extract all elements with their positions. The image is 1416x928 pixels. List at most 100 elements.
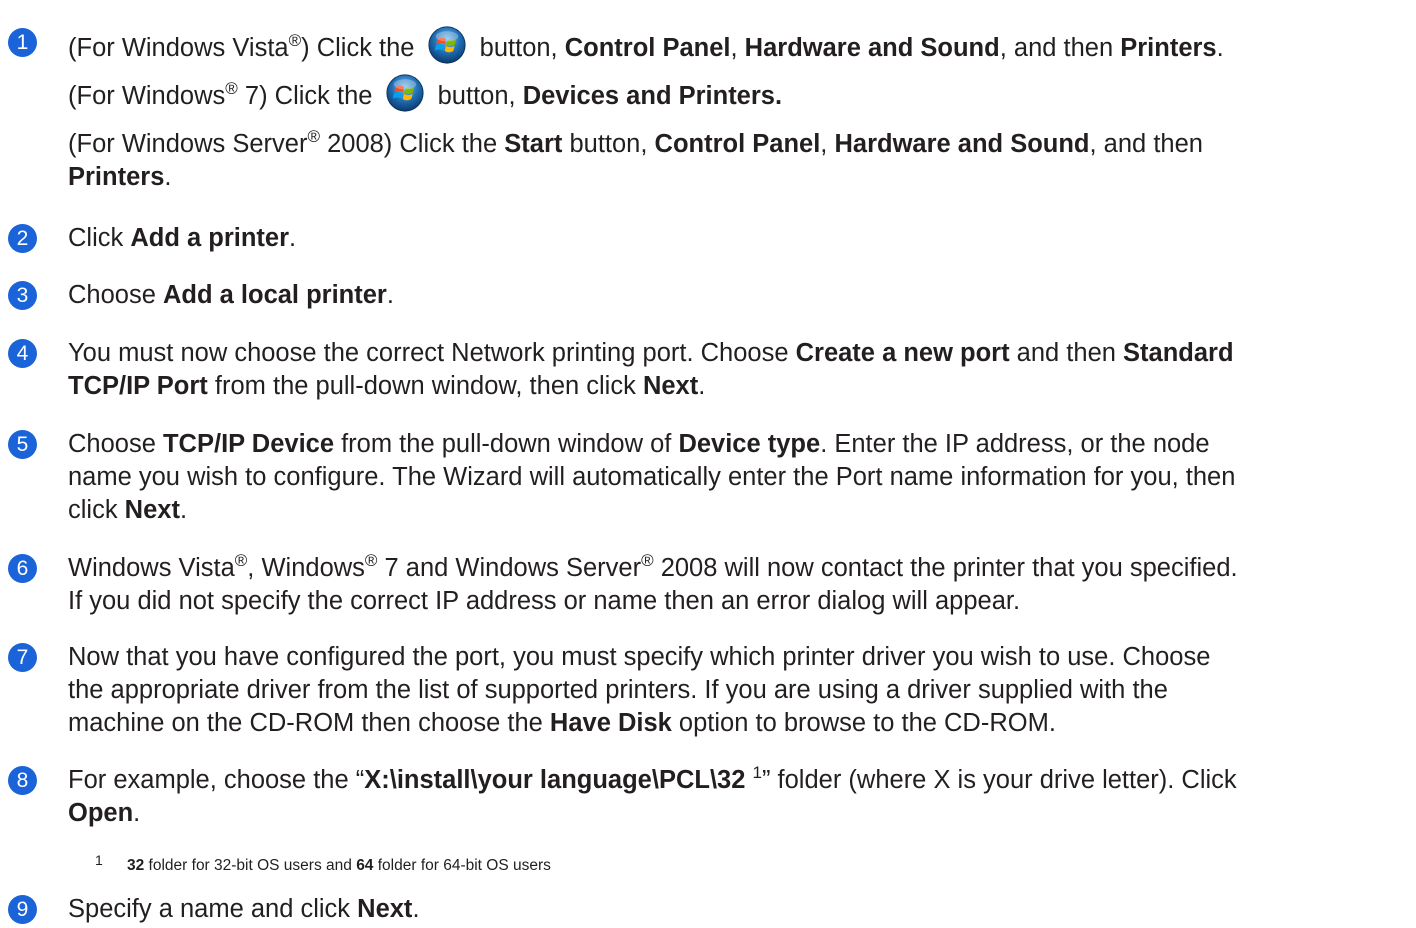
text-run: You must now choose the correct Network … [68,339,796,367]
text-run: (For Windows [68,82,226,110]
text-run: . [386,281,394,309]
step-number-badge: 6 [8,554,37,583]
windows-start-orb-icon [425,26,469,64]
text-run: button, [430,82,523,110]
text-run: 7 and Windows Server [377,554,642,582]
step-line: machine on the CD-ROM then choose the Ha… [68,707,1403,740]
step-line: Windows Vista®, Windows® 7 and Windows S… [68,552,1403,585]
step-number-badge: 1 [8,28,37,57]
step-line: Open. [68,797,1403,830]
registered-mark: ® [641,550,654,570]
step-text: For example, choose the “X:\install\your… [68,764,1403,830]
text-run: from the pull-down window of [334,430,679,458]
start-label: Start [504,130,563,158]
text-run: button, [562,130,655,158]
step-number-badge: 3 [8,281,37,310]
open-label: Open [68,799,134,827]
step-number-badge: 8 [8,766,37,795]
control-panel-label: Control Panel [654,130,821,158]
step-line: name you wish to configure. The Wizard w… [68,463,1236,491]
text-run: option to browse to the CD-ROM. [671,709,1056,737]
footnote-ref: 1 [752,762,762,782]
add-a-printer-label: Add a printer [130,224,290,252]
printers-label: Printers [68,163,165,191]
step-line: the appropriate driver from the list of … [68,676,1168,704]
control-panel-label: Control Panel [564,34,731,62]
step-text: Windows Vista®, Windows® 7 and Windows S… [68,552,1403,618]
text-run: 2008) Click the [320,130,505,158]
text-run: . [412,895,420,923]
document-page: 1 (For Windows Vista ® ) Click the button,… [0,0,1416,928]
text-run: Windows Vista [68,554,235,582]
footnote-number: 1 [95,852,103,868]
text-run: . [164,163,172,191]
registered-mark: ® [364,550,378,570]
text-run: . [1216,34,1224,62]
text-run: (For Windows Vista [68,34,289,62]
step-text: Choose Add a local printer. [68,279,1403,312]
step-text: Now that you have configured the port, y… [68,641,1403,740]
step-text: (For Windows Vista ® ) Click the button, C… [68,26,1403,194]
hardware-and-sound-label: Hardware and Sound [744,34,1000,62]
device-type-label: Device type [678,430,821,458]
text-run: , [820,130,835,158]
step-line: click Next. [68,494,1403,527]
folder-path-label: X:\install\your language\PCL\32 [364,766,746,794]
text-run: 64 [356,857,374,874]
text-run: Click [68,224,131,252]
text-run: (For Windows Server [68,130,308,158]
step-number-badge: 7 [8,643,37,672]
step-text: You must now choose the correct Network … [68,337,1403,403]
printers-label: Printers [1120,34,1217,62]
step-line: TCP/IP Port from the pull-down window, t… [68,370,1403,403]
step-number-badge: 9 [8,895,37,924]
devices-and-printers-label: Devices and Printers. [522,82,783,110]
text-run: . [698,372,706,400]
text-run: . Enter the IP address, or the node [820,430,1210,458]
footnote-text: 32 folder for 32-bit OS users and 64 fol… [127,856,551,876]
standard-label: Standard [1123,339,1234,367]
step-number-badge: 2 [8,224,37,253]
windows-start-orb-icon [383,74,427,112]
text-run: Choose [68,430,163,458]
registered-mark: ® [234,550,248,570]
create-a-new-port-label: Create a new port [795,339,1010,367]
text-run: 7) Click the [237,82,380,110]
text-run: ” folder (where X is your drive letter).… [761,766,1237,794]
tcp-ip-device-label: TCP/IP Device [162,430,335,458]
step-text: Choose TCP/IP Device from the pull-down … [68,428,1403,527]
step-line: If you did not specify the correct IP ad… [68,587,1021,615]
next-label: Next [642,372,699,400]
step-text: Specify a name and click Next. [68,893,1403,926]
text-run: Specify a name and click [68,895,358,923]
hardware-and-sound-label: Hardware and Sound [834,130,1090,158]
step-line: Now that you have configured the port, y… [68,643,1211,671]
text-run: folder for 64-bit OS users [373,857,551,874]
step-line: (For Windows® 7) Click the button, Devic… [68,66,1403,110]
text-run: . [289,224,297,252]
text-run: , Windows [247,554,365,582]
text-run: from the pull-down window, then click [207,372,643,400]
step-text: Click Add a printer. [68,222,1403,255]
step-line: You must now choose the correct Network … [68,337,1403,370]
step-line: Choose TCP/IP Device from the pull-down … [68,428,1403,461]
text-run: , [730,34,745,62]
text-run: . [133,799,141,827]
text-run: and then [1009,339,1124,367]
step-number-badge: 5 [8,430,37,459]
text-run: For example, choose the “ [68,766,365,794]
text-run: , and then [999,34,1121,62]
text-run: folder for 32-bit OS users and [144,857,357,874]
text-run: , and then [1089,130,1203,158]
have-disk-label: Have Disk [549,709,672,737]
text-run: ) Click the [301,34,422,62]
registered-mark: ® [225,78,238,98]
next-label: Next [357,895,413,923]
step-line: Printers. [68,161,1403,194]
text-run: click [68,496,125,524]
step-line: (For Windows Server® 2008) Click the Sta… [68,128,1403,161]
registered-mark: ® [307,126,320,146]
text-run: 2008 will now contact the printer that y… [653,554,1238,582]
text-run: machine on the CD-ROM then choose the [68,709,550,737]
add-a-local-printer-label: Add a local printer [162,281,387,309]
